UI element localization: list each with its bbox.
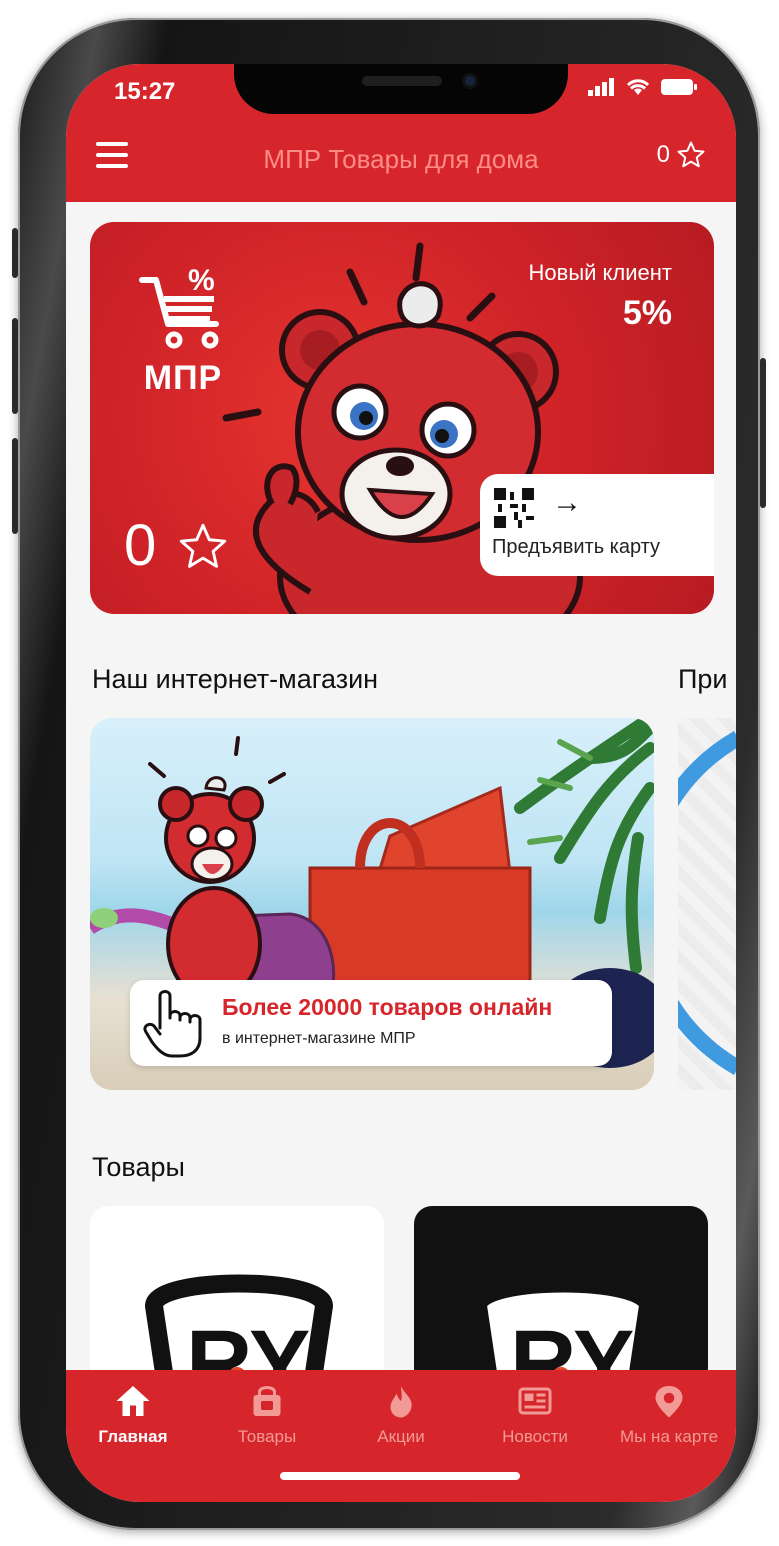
status-icons: [588, 78, 698, 96]
volume-up-button: [12, 318, 18, 414]
main-content: % МПР Новый клиент 5% 0 → Предъявить кар…: [66, 202, 736, 1372]
signal-icon: [588, 78, 614, 96]
brand-logo: RY: [468, 1274, 658, 1372]
wifi-icon: [626, 79, 650, 95]
show-card-button[interactable]: → Предъявить карту: [480, 474, 714, 576]
app-screen: 15:27 МПР Товары для дома 0 % МПР Новый …: [66, 64, 736, 1502]
battery-icon: [661, 79, 697, 95]
bag-icon: [253, 1386, 281, 1416]
section-title-products: Товары: [92, 1152, 185, 1182]
show-card-label: Предъявить карту: [492, 536, 661, 558]
volume-down-button: [12, 438, 18, 534]
speaker: [362, 76, 442, 86]
hand-pointer-icon: [143, 990, 202, 1058]
star-outline-icon: [677, 141, 705, 168]
circle-shape: [634, 731, 736, 1075]
card-points: 0: [124, 513, 157, 578]
tab-label: Акции: [377, 1427, 425, 1446]
online-store-banner[interactable]: Более 20000 товаров онлайн в интернет-ма…: [90, 718, 654, 1090]
tab-label: Главная: [98, 1427, 168, 1446]
svg-text:RY: RY: [186, 1312, 310, 1372]
promo-subtitle: в интернет-магазине МПР: [222, 1030, 416, 1047]
tab-news[interactable]: Новости: [468, 1384, 602, 1447]
tab-label: Новости: [502, 1427, 568, 1446]
tab-promotions[interactable]: Акции: [334, 1384, 468, 1447]
mute-switch: [12, 228, 18, 278]
bottom-tab-bar: Главная Товары Акции Новости Мы на карте: [66, 1370, 736, 1502]
loyalty-card[interactable]: % МПР Новый клиент 5% 0 → Предъявить кар…: [90, 222, 714, 614]
tab-map[interactable]: Мы на карте: [602, 1384, 736, 1447]
tab-products[interactable]: Товары: [200, 1384, 334, 1447]
fire-icon: [390, 1386, 412, 1418]
home-icon: [116, 1386, 150, 1416]
product-card[interactable]: RY: [90, 1206, 384, 1372]
product-card[interactable]: RY: [414, 1206, 708, 1372]
header-points-value: 0: [656, 141, 670, 168]
status-time: 15:27: [114, 78, 176, 105]
tab-label: Товары: [237, 1427, 297, 1446]
brand-logo: RY: [144, 1274, 334, 1372]
arrow-right-icon: →: [552, 486, 582, 519]
app-header: МПР Товары для дома 0: [66, 116, 736, 202]
tab-home[interactable]: Главная: [66, 1384, 200, 1447]
app-title: МПР Товары для дома: [263, 144, 539, 174]
notch: [234, 64, 568, 114]
home-indicator[interactable]: [280, 1472, 520, 1480]
qr-code-icon: [494, 488, 534, 528]
promo-title: Более 20000 товаров онлайн: [222, 994, 553, 1020]
sparkle-star-icon: [179, 523, 227, 568]
promo-banner[interactable]: Более 20000 товаров онлайн в интернет-ма…: [130, 980, 612, 1066]
svg-text:RY: RY: [510, 1312, 634, 1372]
header-points[interactable]: 0: [657, 140, 706, 170]
client-type: Новый клиент: [528, 260, 672, 285]
discount-value: 5%: [622, 294, 672, 332]
front-camera: [462, 73, 478, 89]
section-title-online-store: Наш интернет-магазин: [92, 664, 379, 694]
map-pin-icon: [655, 1386, 683, 1418]
section-title-peek: При: [678, 664, 728, 694]
tab-label: Мы на карте: [619, 1427, 719, 1446]
power-button: [760, 358, 766, 508]
news-icon: [518, 1387, 552, 1415]
next-banner-peek[interactable]: [634, 718, 736, 1090]
